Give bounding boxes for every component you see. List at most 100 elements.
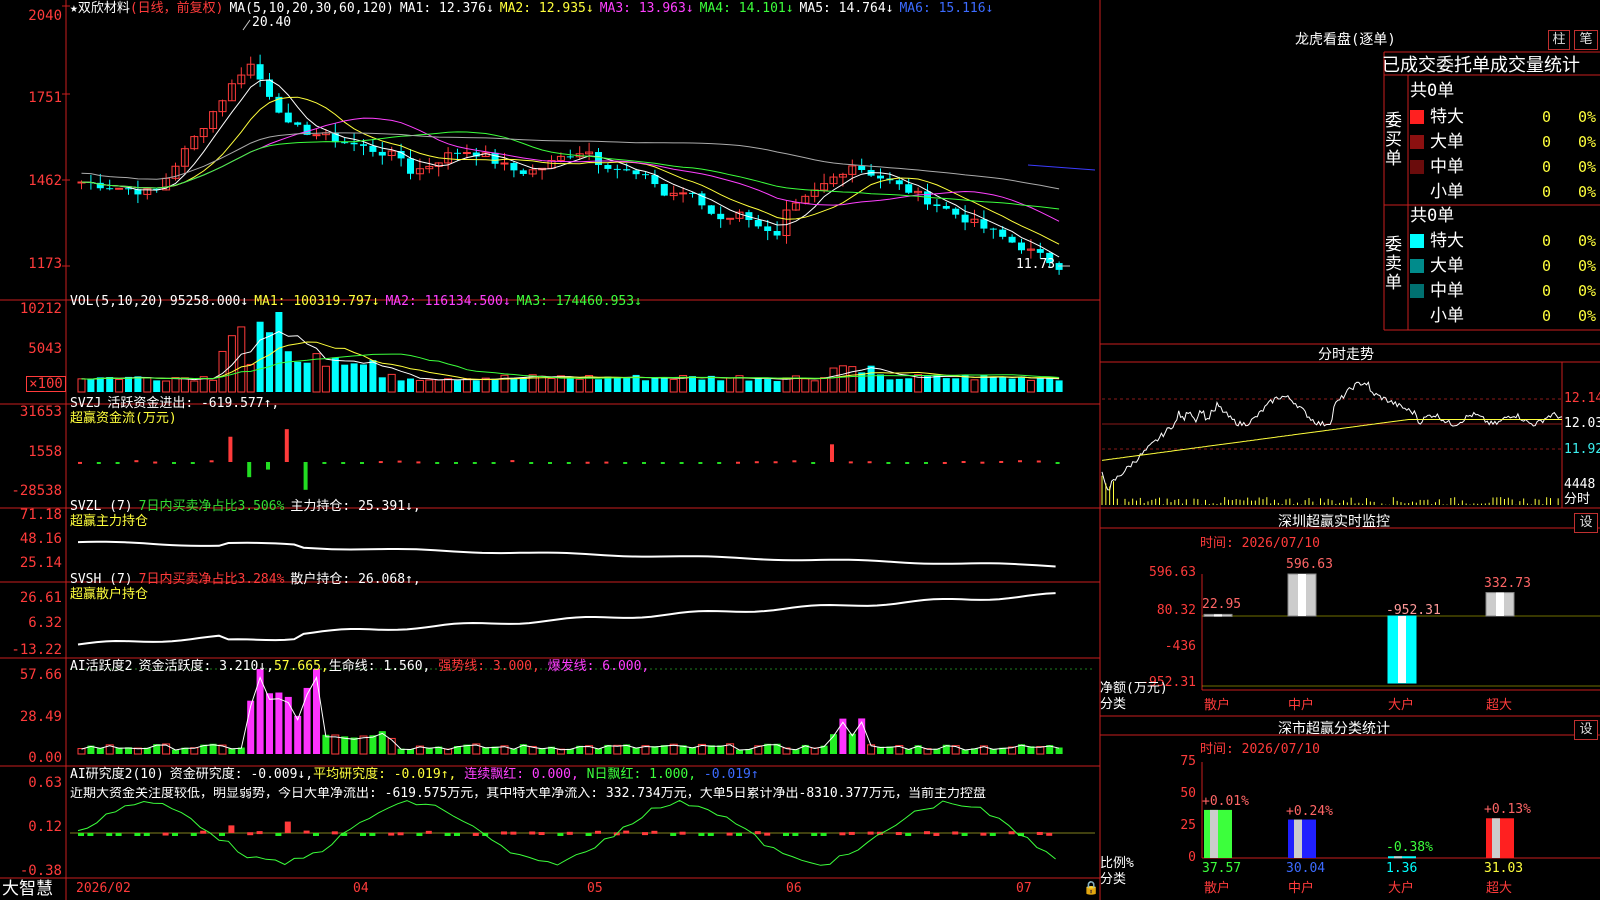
monitor-value-label: 22.95: [1202, 597, 1242, 613]
ai-active-axis-1: 57.66: [19, 667, 62, 683]
pen-mode-button[interactable]: 笔: [1574, 30, 1598, 50]
monitor-category-label: 超大: [1486, 698, 1513, 713]
order-color-swatch: [1410, 160, 1424, 174]
date-label-jun: 06: [786, 881, 802, 896]
order-pct: 0%: [1578, 158, 1597, 176]
date-label-jul: 07: [1016, 881, 1032, 896]
ai-research-name: AI研究度2(10): [70, 767, 164, 782]
classify-settings-button[interactable]: 设: [1574, 720, 1598, 740]
order-count: 0: [1542, 183, 1552, 201]
svzl-title: 超赢主力持仓: [70, 514, 149, 529]
continuous-red: 连续飘红: 0.000,: [464, 767, 579, 782]
ma2-value: MA2: 12.935↓: [499, 1, 594, 16]
svsh-value: 散户持仓: 26.068↑,: [290, 572, 421, 587]
stock-title: ★双欣材料: [70, 1, 130, 16]
svsh-name: SVSH (7): [70, 572, 133, 587]
intraday-axis-3: 11.92: [1564, 442, 1600, 457]
monitor-axis-1: 596.63: [1149, 565, 1196, 580]
brand-logo[interactable]: 大智慧: [2, 880, 53, 898]
svzl-axis-2: 48.16: [19, 531, 62, 547]
classify-title: 深市超赢分类统计: [1278, 721, 1390, 737]
strong-line-value: 强势线: 3.000,: [438, 659, 540, 674]
order-color-swatch: [1410, 309, 1424, 323]
monitor-axis-2: 80.32: [1156, 603, 1196, 618]
order-pct: 0%: [1578, 257, 1597, 275]
price-axis-3: 1462: [28, 173, 62, 189]
price-axis-top: 2040: [28, 8, 62, 24]
order-count: 0: [1542, 158, 1552, 176]
order-count: 0: [1542, 257, 1552, 275]
monitor-time: 时间: 2026/07/10: [1200, 536, 1320, 551]
ma5-value: MA5: 14.764↓: [799, 1, 894, 16]
svsh-title: 超赢散户持仓: [70, 587, 149, 602]
longhu-title: 龙虎看盘(逐单): [1295, 32, 1396, 48]
kline-header: ★双欣材料(日线，前复权) MA(5,10,20,30,60,120) MA1: 1…: [70, 2, 999, 16]
ai-research-axis-2: 0.12: [28, 819, 62, 835]
ma6-value: MA6: 15.116↓: [899, 1, 994, 16]
monitor-category-label: 大户: [1388, 698, 1415, 713]
ai-active-value: 资金活跃度: 3.210↓,: [138, 659, 274, 674]
date-label-feb: 2026/02: [76, 881, 131, 896]
order-row-大单: 大单 0 0%: [1410, 255, 1600, 277]
intraday-vol-axis: 4448: [1564, 477, 1596, 492]
monitor-settings-button[interactable]: 设: [1574, 513, 1598, 533]
vol-ma3: MA3: 174460.953↓: [516, 294, 642, 309]
svzl-ratio: 7日内买卖净占比3.506%: [138, 499, 285, 514]
order-count: 0: [1542, 133, 1552, 151]
order-color-swatch: [1410, 259, 1424, 273]
sell-total: 共0单: [1410, 206, 1455, 226]
classify-axis-2: 50: [1180, 786, 1196, 801]
classify-value-label: 1.36: [1386, 861, 1418, 876]
order-row-中单: 中单 0 0%: [1410, 156, 1600, 178]
classify-axis-1: 75: [1180, 754, 1196, 769]
svzj-axis-2: 1558: [28, 444, 62, 460]
order-row-大单: 大单 0 0%: [1410, 131, 1600, 153]
classify-ylabel: 比例%: [1100, 856, 1134, 871]
ai-research-axis-3: -0.38: [19, 863, 62, 879]
vol-axis-2: 5043: [28, 341, 62, 357]
ai-active-axis-3: 0.00: [28, 750, 62, 766]
classify-xlabel: 分类: [1100, 872, 1127, 887]
classify-value-label: 37.57: [1202, 861, 1242, 876]
classify-category-label: 大户: [1388, 881, 1415, 896]
vol-unit-box[interactable]: ×100: [26, 376, 66, 392]
research-value-2: -0.019↑: [703, 767, 759, 782]
order-type-label: 小单: [1430, 306, 1464, 326]
order-row-中单: 中单 0 0%: [1410, 280, 1600, 302]
order-type-label: 特大: [1430, 107, 1464, 127]
svzj-name: SVZJ: [70, 396, 102, 411]
classify-value-label: 31.03: [1484, 861, 1524, 876]
monitor-title: 深圳超赢实时监控: [1278, 514, 1390, 530]
monitor-axis-3: -436: [1164, 639, 1196, 654]
svsh-axis-1: 26.61: [19, 590, 62, 606]
ai-research-axis-1: 0.63: [28, 775, 62, 791]
order-count: 0: [1542, 108, 1552, 126]
order-type-label: 小单: [1430, 182, 1464, 202]
monitor-category-label: 散户: [1204, 698, 1231, 713]
research-value: 资金研究度: -0.009↓,: [169, 767, 314, 782]
order-row-特大: 特大 0 0%: [1410, 106, 1600, 128]
price-axis-2: 1751: [28, 90, 62, 106]
order-color-swatch: [1410, 284, 1424, 298]
classify-time: 时间: 2026/07/10: [1200, 742, 1320, 757]
ai-active-name: AI活跃度2: [70, 659, 133, 674]
monitor-value-label: -952.31: [1386, 603, 1441, 618]
lock-icon[interactable]: 🔒: [1083, 882, 1099, 896]
bar-mode-button[interactable]: 柱: [1548, 30, 1570, 50]
svzl-axis-3: 25.14: [19, 555, 62, 571]
intraday-axis-1: 12.14: [1564, 391, 1600, 406]
order-type-label: 特大: [1430, 231, 1464, 251]
order-color-swatch: [1410, 135, 1424, 149]
period-label[interactable]: (日线，前复权): [130, 1, 224, 16]
svzj-value: 活跃资金进出: -619.577↑,: [107, 396, 280, 411]
monitor-value-label: 596.63: [1286, 557, 1333, 572]
longhu-subtitle: 已成交委托单成交量统计: [1382, 55, 1580, 76]
vol-axis-1: 10212: [19, 301, 62, 317]
order-pct: 0%: [1578, 183, 1597, 201]
svzj-axis-1: 31653: [19, 404, 62, 420]
svzj-title: 超赢资金流(万元): [70, 411, 177, 426]
intraday-vol-unit: 分时: [1564, 492, 1591, 507]
classify-axis-4: 0: [1188, 850, 1196, 865]
research-comment: 近期大资金关注度较低，明显弱势，今日大单净流出: -619.575万元，其中特大…: [70, 787, 986, 801]
vol-ma2: MA2: 116134.500↓: [385, 294, 511, 309]
